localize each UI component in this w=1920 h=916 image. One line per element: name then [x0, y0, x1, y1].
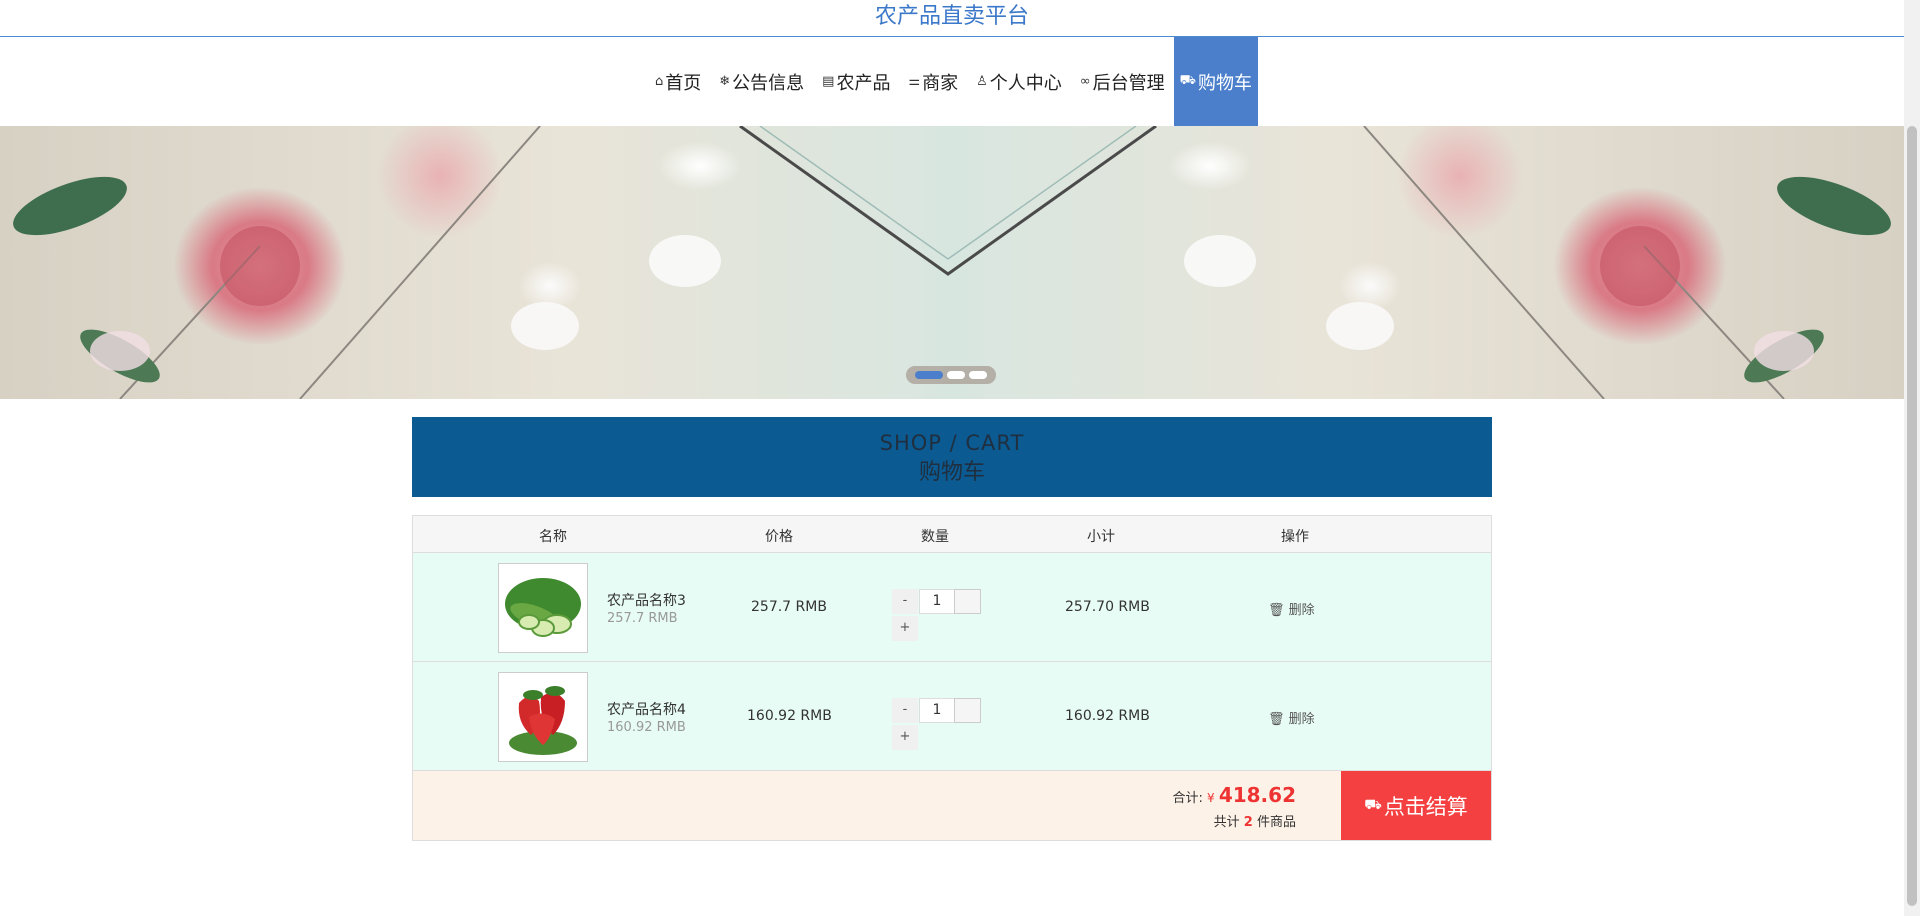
total-amount: 418.62 [1218, 783, 1296, 807]
page-scrollbar[interactable] [1904, 0, 1920, 916]
total-label: 合计: [1172, 791, 1203, 806]
trash-icon: 🗑 [1268, 712, 1285, 727]
count-prefix: 共计 [1213, 815, 1240, 830]
snowflake-icon: ❄ [719, 74, 731, 89]
nav-item-label: 购物车 [1197, 72, 1252, 94]
nav-item-announcements[interactable]: ❄ 公告信息 [710, 37, 813, 126]
banner-decoration [13, 126, 1891, 399]
checkout-button[interactable]: ⛟ 点击结算 [1341, 771, 1491, 840]
nav-item-home[interactable]: ⌂ 首页 [646, 37, 710, 126]
cart-row: 农产品名称4 160.92 RMB 160.92 RMB - 1 + 160.9… [413, 662, 1491, 771]
nav-item-label: 个人中心 [989, 72, 1062, 94]
carousel-dot[interactable] [915, 371, 943, 379]
delete-label: 删除 [1288, 603, 1315, 618]
item-price: 160.92 RMB [747, 708, 832, 724]
cart-icon: ⛟ [1364, 796, 1382, 813]
quantity-stepper: - 1 + [892, 589, 981, 649]
calendar-icon: ▤ [822, 74, 835, 89]
home-icon: ⌂ [655, 74, 664, 89]
item-count: 共计 2 件商品 [1214, 811, 1296, 830]
product-name[interactable]: 农产品名称4 [607, 699, 686, 719]
nav-item-profile[interactable]: ♙ 个人中心 [967, 37, 1071, 126]
checkout-label: 点击结算 [1383, 794, 1468, 819]
product-unit-price: 257.7 RMB [607, 611, 678, 626]
delete-label: 删除 [1288, 712, 1315, 727]
count-number: 2 [1243, 815, 1253, 830]
nav-item-label: 公告信息 [732, 72, 805, 94]
user-icon: ♙ [976, 74, 988, 89]
nav-item-cart[interactable]: ⛟ 购物车 [1173, 37, 1258, 126]
decrement-button[interactable]: - [892, 698, 918, 723]
product-name[interactable]: 农产品名称3 [607, 590, 686, 610]
column-header-subtotal: 小计 [1087, 529, 1115, 545]
nav-item-label: 首页 [665, 72, 702, 94]
column-header-name: 名称 [539, 529, 567, 545]
item-subtotal: 257.70 RMB [1065, 599, 1150, 615]
sliders-icon: ⚌ [908, 74, 921, 89]
column-header-price: 价格 [765, 529, 793, 545]
cart-total: 合计: ¥ 418.62 [1173, 783, 1297, 807]
item-price: 257.7 RMB [751, 599, 827, 615]
nav-item-label: 农产品 [836, 72, 891, 94]
count-suffix: 件商品 [1256, 815, 1296, 830]
delete-button[interactable]: 🗑 删除 [1268, 708, 1315, 727]
increment-button[interactable]: + [892, 725, 918, 750]
cart-section-header: SHOP / CART 购物车 [412, 417, 1492, 497]
product-image-cucumber[interactable] [498, 563, 588, 653]
cart-row: 农产品名称3 257.7 RMB 257.7 RMB - 1 + 257.70 … [413, 553, 1491, 662]
quantity-stepper: - 1 + [892, 698, 981, 758]
column-header-quantity: 数量 [921, 529, 949, 545]
decrement-button[interactable]: - [892, 589, 918, 614]
trash-icon: 🗑 [1268, 603, 1285, 618]
nav-item-admin[interactable]: ∞ 后台管理 [1071, 37, 1174, 126]
quantity-side-button[interactable] [954, 589, 981, 614]
delete-button[interactable]: 🗑 删除 [1268, 599, 1315, 618]
page: 农产品直卖平台 ⌂ 首页 ❄ 公告信息 ▤ 农产品 ⚌ 商家 ♙ 个人中心 ∞ … [0, 0, 1920, 916]
cart-table-header: 名称 价格 数量 小计 操作 [413, 516, 1491, 553]
nav-item-products[interactable]: ▤ 农产品 [813, 37, 899, 126]
item-subtotal: 160.92 RMB [1065, 708, 1150, 724]
currency-symbol: ¥ [1207, 791, 1215, 805]
main-nav: ⌂ 首页 ❄ 公告信息 ▤ 农产品 ⚌ 商家 ♙ 个人中心 ∞ 后台管理 ⛟ 购… [0, 37, 1904, 126]
carousel-indicators [906, 366, 996, 384]
cart-title-zh: 购物车 [918, 460, 985, 485]
column-header-action: 操作 [1281, 529, 1309, 545]
link-icon: ∞ [1079, 74, 1091, 89]
scrollbar-thumb[interactable] [1907, 126, 1917, 906]
product-unit-price: 160.92 RMB [607, 720, 686, 735]
site-header: 农产品直卖平台 [0, 0, 1904, 37]
site-title: 农产品直卖平台 [874, 4, 1029, 29]
increment-button[interactable]: + [892, 616, 918, 641]
quantity-input[interactable]: 1 [919, 589, 955, 614]
hero-banner[interactable] [0, 126, 1904, 399]
nav-item-merchants[interactable]: ⚌ 商家 [899, 37, 967, 126]
cart-footer: 合计: ¥ 418.62 共计 2 件商品 ⛟ 点击结算 [413, 771, 1491, 840]
quantity-side-button[interactable] [954, 698, 981, 723]
cart-table: 名称 价格 数量 小计 操作 农产品名称3 257.7 RMB 257.7 RM… [412, 515, 1492, 841]
nav-item-label: 商家 [922, 72, 959, 94]
cart-icon: ⛟ [1179, 73, 1196, 88]
product-image-strawberry[interactable] [498, 672, 588, 762]
nav-item-label: 后台管理 [1092, 72, 1165, 94]
cart-title-en: SHOP / CART [879, 431, 1025, 455]
carousel-dot[interactable] [969, 371, 987, 379]
quantity-input[interactable]: 1 [919, 698, 955, 723]
carousel-dot[interactable] [947, 371, 965, 379]
